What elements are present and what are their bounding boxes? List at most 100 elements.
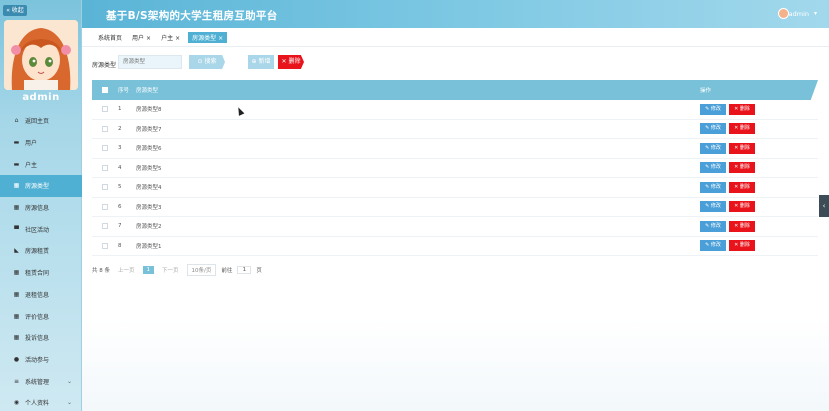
table-row: 3 房源类型6 ✎ 修改 ✕ 删除 (92, 139, 818, 159)
delete-button[interactable]: ✕ 删除 (729, 123, 755, 135)
search-button[interactable]: ⊙ 搜索 (189, 55, 225, 69)
row-checkbox[interactable] (102, 106, 108, 113)
row-name: 房源类型3 (136, 204, 162, 211)
chevron-down-icon[interactable]: ▾ (814, 10, 817, 17)
avatar (4, 20, 78, 90)
table-row: 2 房源类型7 ✎ 修改 ✕ 删除 (92, 120, 818, 139)
tab-label: 用户 (132, 34, 145, 42)
user-avatar[interactable] (778, 8, 789, 19)
select-all-checkbox[interactable] (102, 87, 108, 93)
user-name[interactable]: admin (789, 10, 809, 18)
row-index: 8 (118, 242, 122, 249)
tab-label: 房源类型 (192, 34, 217, 42)
tab-0[interactable]: 系统首页 (96, 32, 124, 43)
sidebar-item-7[interactable]: ▦ 租赁合同 (0, 262, 82, 284)
pager-current-page[interactable]: 1 (142, 266, 155, 274)
sidebar-item-label: 个人资料 (25, 400, 50, 408)
edit-button[interactable]: ✎ 修改 (700, 181, 726, 193)
sidebar-item-2[interactable]: ▬ 户主 (0, 153, 82, 175)
row-name: 房源类型8 (136, 107, 162, 114)
grid-icon: ▦ (13, 334, 20, 342)
table-row: 6 房源类型3 ✎ 修改 ✕ 删除 (92, 198, 818, 217)
grid-icon: ▦ (13, 182, 20, 190)
sidebar-item-4[interactable]: ▦ 房源信息 (0, 197, 82, 219)
table-row: 7 房源类型2 ✎ 修改 ✕ 删除 (92, 217, 818, 237)
row-checkbox[interactable] (102, 145, 108, 152)
chevron-down-icon: ⌄ (66, 377, 72, 385)
sidebar-item-5[interactable]: ▀ 社区活动 (0, 218, 82, 240)
row-checkbox[interactable] (102, 164, 108, 171)
grid-icon: ▦ (13, 290, 20, 298)
tab-label: 系统首页 (98, 34, 123, 42)
delete-button[interactable]: ✕ 删除 (729, 181, 755, 193)
sidebar-item-label: 房源类型 (25, 183, 50, 191)
sidebar-item-11[interactable]: ● 活动参与 (0, 349, 82, 371)
delete-button[interactable]: ✕ 删除 (729, 103, 755, 115)
pager-goto-label: 前往 (221, 268, 233, 274)
close-icon[interactable]: × (218, 35, 223, 42)
add-button[interactable]: ⊕ 新增 (248, 55, 274, 69)
sidebar-item-label: 户主 (25, 161, 38, 169)
sidebar-item-label: 租赁合同 (25, 270, 50, 278)
chevron-left-icon[interactable]: ‹ (819, 195, 829, 217)
sidebar-item-label: 房源租赁 (25, 248, 50, 256)
sidebar-item-8[interactable]: ▦ 退租信息 (0, 284, 82, 306)
pager-size-select[interactable]: 10条/页 (186, 264, 217, 276)
sidebar-item-0[interactable]: ⌂ 返回主页 (0, 110, 82, 132)
sidebar-item-9[interactable]: ▦ 评价信息 (0, 305, 82, 327)
close-icon[interactable]: × (146, 35, 151, 42)
home-icon: ⌂ (14, 117, 19, 125)
sidebar-item-1[interactable]: ▬ 用户 (0, 132, 82, 154)
batch-delete-button[interactable]: ✕ 删除 (278, 55, 304, 69)
sidebar-item-13[interactable]: ◉ 个人资料 ⌄ (0, 392, 82, 411)
edit-button[interactable]: ✎ 修改 (700, 103, 726, 115)
row-index: 5 (118, 184, 122, 191)
pager-goto-input[interactable]: 1 (237, 266, 252, 274)
delete-button[interactable]: ✕ 删除 (729, 201, 755, 213)
sidebar-item-label: 社区活动 (25, 226, 50, 234)
table-row: 5 房源类型4 ✎ 修改 ✕ 删除 (92, 178, 818, 198)
tab-2[interactable]: 户主 × (159, 32, 182, 43)
delete-button[interactable]: ✕ 删除 (729, 142, 755, 154)
sidebar-item-label: 系统管理 (25, 378, 50, 386)
collapse-button[interactable]: « 收起 (3, 5, 27, 16)
decorative-background (82, 318, 829, 411)
edit-button[interactable]: ✎ 修改 (700, 123, 726, 135)
pager-prev-button[interactable]: 上一页 (115, 265, 138, 275)
monitor-icon: ▀ (14, 225, 19, 233)
delete-button[interactable]: ✕ 删除 (729, 162, 755, 174)
delete-button[interactable]: ✕ 删除 (729, 220, 755, 232)
sidebar-item-6[interactable]: ◣ 房源租赁 (0, 240, 82, 262)
tab-1[interactable]: 用户 × (130, 32, 153, 43)
delete-button[interactable]: ✕ 删除 (729, 240, 755, 252)
search-input[interactable] (118, 55, 182, 69)
row-checkbox[interactable] (102, 203, 108, 210)
grid-icon: ▦ (13, 269, 20, 277)
edit-button[interactable]: ✎ 修改 (700, 220, 726, 232)
sidebar-item-12[interactable]: ≡ 系统管理 ⌄ (0, 370, 82, 392)
pager-next-button[interactable]: 下一页 (159, 265, 182, 275)
search-label: 房源类型 (92, 62, 117, 69)
close-icon[interactable]: × (175, 35, 180, 42)
tab-3[interactable]: 房源类型 × (188, 31, 228, 43)
id-card-icon: ▬ (13, 139, 20, 147)
top-bar: 基于B/S架构的大学生租房互助平台 admin ▾ (82, 0, 829, 28)
row-checkbox[interactable] (102, 184, 108, 191)
row-checkbox[interactable] (102, 223, 108, 230)
grid-icon: ▦ (13, 312, 20, 320)
edit-button[interactable]: ✎ 修改 (700, 162, 726, 174)
row-name: 房源类型2 (136, 224, 162, 231)
edit-button[interactable]: ✎ 修改 (700, 240, 726, 252)
tag-icon: ◣ (14, 247, 19, 255)
chevron-down-icon: ⌄ (66, 399, 72, 407)
row-name: 房源类型7 (136, 126, 162, 133)
row-index: 6 (118, 203, 122, 210)
sidebar-item-3[interactable]: ▦ 房源类型 (0, 175, 82, 197)
row-checkbox[interactable] (102, 125, 108, 132)
sidebar-item-10[interactable]: ▦ 投诉信息 (0, 327, 82, 349)
edit-button[interactable]: ✎ 修改 (700, 142, 726, 154)
edit-button[interactable]: ✎ 修改 (700, 201, 726, 213)
row-checkbox[interactable] (102, 242, 108, 249)
sidebar-menu: ⌂ 返回主页 ▬ 用户 ▬ 户主 ▦ 房源类型 ▦ 房源信息 ▀ 社区活动 ◣ 房源租赁 ▦ 租赁合同 ▦ 退租信… (0, 110, 82, 411)
pager-total: 共 8 条 (92, 268, 110, 274)
